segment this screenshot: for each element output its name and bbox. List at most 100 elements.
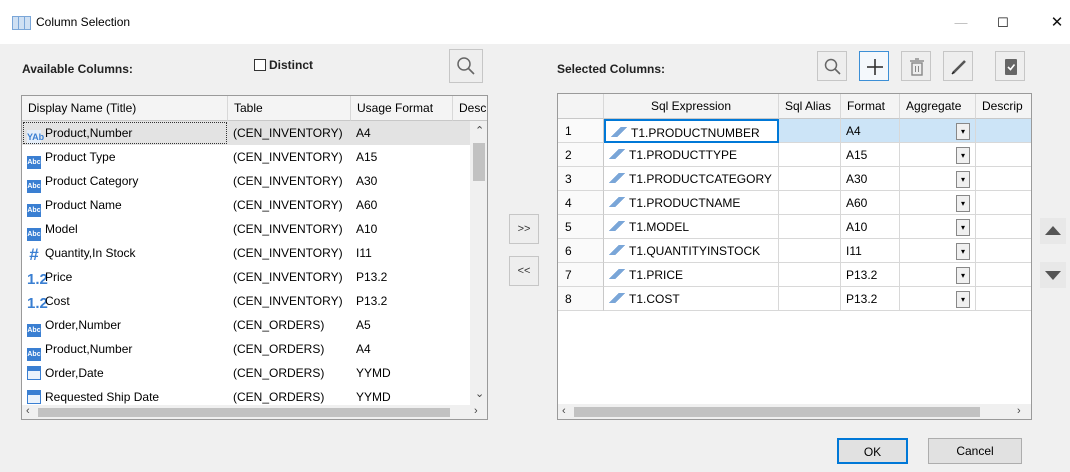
display-name-cell[interactable]: YAbProduct,Number <box>22 121 228 145</box>
scroll-left-icon[interactable]: ‹ <box>26 405 30 417</box>
sql-alias-cell[interactable] <box>779 263 841 287</box>
col-header-table[interactable]: Table <box>228 96 351 121</box>
description-cell[interactable] <box>976 167 1031 191</box>
col-header-sql-expression[interactable]: Sql Expression <box>604 94 779 119</box>
scroll-right-icon[interactable]: › <box>1017 405 1021 417</box>
chevron-down-icon[interactable]: ▾ <box>956 219 970 236</box>
row-number[interactable]: 7 <box>558 263 604 287</box>
scroll-right-icon[interactable]: › <box>474 405 478 417</box>
table-row[interactable]: Abc Model (CEN_INVENTORY) A10 <box>22 217 470 241</box>
col-header-display-name[interactable]: Display Name (Title) <box>22 96 228 121</box>
scroll-left-icon[interactable]: ‹ <box>562 405 566 417</box>
row-number[interactable]: 8 <box>558 287 604 311</box>
aggregate-dropdown[interactable]: ▾ <box>900 287 976 311</box>
table-row[interactable]: YAbProduct,Number (CEN_INVENTORY) A4 <box>22 121 470 145</box>
sql-expression-cell[interactable]: T1.MODEL <box>604 215 779 239</box>
display-name-cell[interactable]: 1.2Cost <box>22 289 228 313</box>
format-cell[interactable]: A30 <box>841 167 900 191</box>
validate-button[interactable] <box>995 51 1025 81</box>
table-row[interactable]: Abc Product Name (CEN_INVENTORY) A60 <box>22 193 470 217</box>
search-selected-button[interactable] <box>817 51 847 81</box>
sql-alias-cell[interactable] <box>779 239 841 263</box>
col-header-usage-format[interactable]: Usage Format <box>351 96 453 121</box>
left-horizontal-thumb[interactable] <box>38 408 450 417</box>
sql-alias-cell[interactable] <box>779 143 841 167</box>
left-vertical-thumb[interactable] <box>473 143 485 181</box>
aggregate-dropdown[interactable]: ▾ <box>900 239 976 263</box>
row-number[interactable]: 1 <box>558 119 604 143</box>
col-header-format[interactable]: Format <box>841 94 900 119</box>
aggregate-dropdown[interactable]: ▾ <box>900 263 976 287</box>
chevron-down-icon[interactable]: ▾ <box>956 243 970 260</box>
sql-expression-cell[interactable]: T1.QUANTITYINSTOCK <box>604 239 779 263</box>
table-row[interactable]: Abc Product Type (CEN_INVENTORY) A15 <box>22 145 470 169</box>
chevron-down-icon[interactable]: ▾ <box>956 171 970 188</box>
minimize-button[interactable]: — <box>938 8 984 38</box>
aggregate-dropdown[interactable]: ▾ <box>900 215 976 239</box>
right-horizontal-thumb[interactable] <box>574 407 980 417</box>
format-cell[interactable]: P13.2 <box>841 287 900 311</box>
row-number[interactable]: 2 <box>558 143 604 167</box>
table-row[interactable]: 1.2Cost (CEN_INVENTORY) P13.2 <box>22 289 470 313</box>
table-row[interactable]: 6 T1.QUANTITYINSTOCK I11 ▾ <box>558 239 1031 263</box>
table-row[interactable]: 3 T1.PRODUCTCATEGORY A30 ▾ <box>558 167 1031 191</box>
table-row[interactable]: 1 T1.PRODUCTNUMBER A4 ▾ <box>558 119 1031 143</box>
display-name-cell[interactable]: Abc Product,Number <box>22 337 228 361</box>
table-row[interactable]: 7 T1.PRICE P13.2 ▾ <box>558 263 1031 287</box>
table-row[interactable]: Abc Order,Number (CEN_ORDERS) A5 <box>22 313 470 337</box>
distinct-checkbox[interactable]: Distinct <box>254 58 313 72</box>
table-row[interactable]: 1.2Price (CEN_INVENTORY) P13.2 <box>22 265 470 289</box>
checkbox-box[interactable] <box>254 59 266 71</box>
format-cell[interactable]: A15 <box>841 143 900 167</box>
chevron-down-icon[interactable]: ▾ <box>956 123 970 140</box>
sql-alias-cell[interactable] <box>779 167 841 191</box>
col-header-description[interactable]: Descrip <box>976 94 1031 119</box>
move-up-button[interactable] <box>1040 218 1066 244</box>
chevron-down-icon[interactable]: ▾ <box>956 195 970 212</box>
table-row[interactable]: Abc Product Category (CEN_INVENTORY) A30 <box>22 169 470 193</box>
sql-alias-cell[interactable] <box>779 215 841 239</box>
scroll-down-icon[interactable]: ⌄ <box>475 387 484 400</box>
aggregate-dropdown[interactable]: ▾ <box>900 167 976 191</box>
sql-expression-cell[interactable]: T1.COST <box>604 287 779 311</box>
description-cell[interactable] <box>976 119 1031 143</box>
add-columns-button[interactable]: >> <box>509 214 539 244</box>
aggregate-dropdown[interactable]: ▾ <box>900 119 976 143</box>
remove-columns-button[interactable]: << <box>509 256 539 286</box>
sql-expression-cell[interactable]: T1.PRODUCTNAME <box>604 191 779 215</box>
display-name-cell[interactable]: Abc Product Name <box>22 193 228 217</box>
display-name-cell[interactable]: Order,Date <box>22 361 228 385</box>
table-row[interactable]: Abc Product,Number (CEN_ORDERS) A4 <box>22 337 470 361</box>
sql-expression-cell[interactable]: T1.PRODUCTTYPE <box>604 143 779 167</box>
table-row[interactable]: Order,Date (CEN_ORDERS) YYMD <box>22 361 470 385</box>
col-header-desc[interactable]: Desc <box>453 96 487 121</box>
chevron-down-icon[interactable]: ▾ <box>956 291 970 308</box>
description-cell[interactable] <box>976 143 1031 167</box>
sql-alias-cell[interactable] <box>779 191 841 215</box>
left-horizontal-scrollbar[interactable]: ‹ › <box>22 405 487 419</box>
close-button[interactable]: ✕ <box>1034 8 1070 38</box>
table-row[interactable]: 8 T1.COST P13.2 ▾ <box>558 287 1031 311</box>
description-cell[interactable] <box>976 191 1031 215</box>
sql-expression-cell[interactable]: T1.PRODUCTNUMBER <box>604 119 779 143</box>
search-button[interactable] <box>449 49 483 83</box>
display-name-cell[interactable]: Abc Order,Number <box>22 313 228 337</box>
table-row[interactable]: 4 T1.PRODUCTNAME A60 ▾ <box>558 191 1031 215</box>
row-number[interactable]: 6 <box>558 239 604 263</box>
description-cell[interactable] <box>976 239 1031 263</box>
right-horizontal-scrollbar[interactable]: ‹ › <box>558 404 1031 419</box>
scroll-up-icon[interactable]: ⌃ <box>475 124 484 137</box>
aggregate-dropdown[interactable]: ▾ <box>900 191 976 215</box>
display-name-cell[interactable]: Abc Product Type <box>22 145 228 169</box>
sql-alias-cell[interactable] <box>779 287 841 311</box>
sql-alias-cell[interactable] <box>779 119 841 143</box>
format-cell[interactable]: A10 <box>841 215 900 239</box>
move-down-button[interactable] <box>1040 262 1066 288</box>
edit-button[interactable] <box>943 51 973 81</box>
row-number[interactable]: 4 <box>558 191 604 215</box>
add-expression-button[interactable] <box>859 51 889 81</box>
table-row[interactable]: 2 T1.PRODUCTTYPE A15 ▾ <box>558 143 1031 167</box>
col-header-sql-alias[interactable]: Sql Alias <box>779 94 841 119</box>
description-cell[interactable] <box>976 215 1031 239</box>
delete-button[interactable] <box>901 51 931 81</box>
